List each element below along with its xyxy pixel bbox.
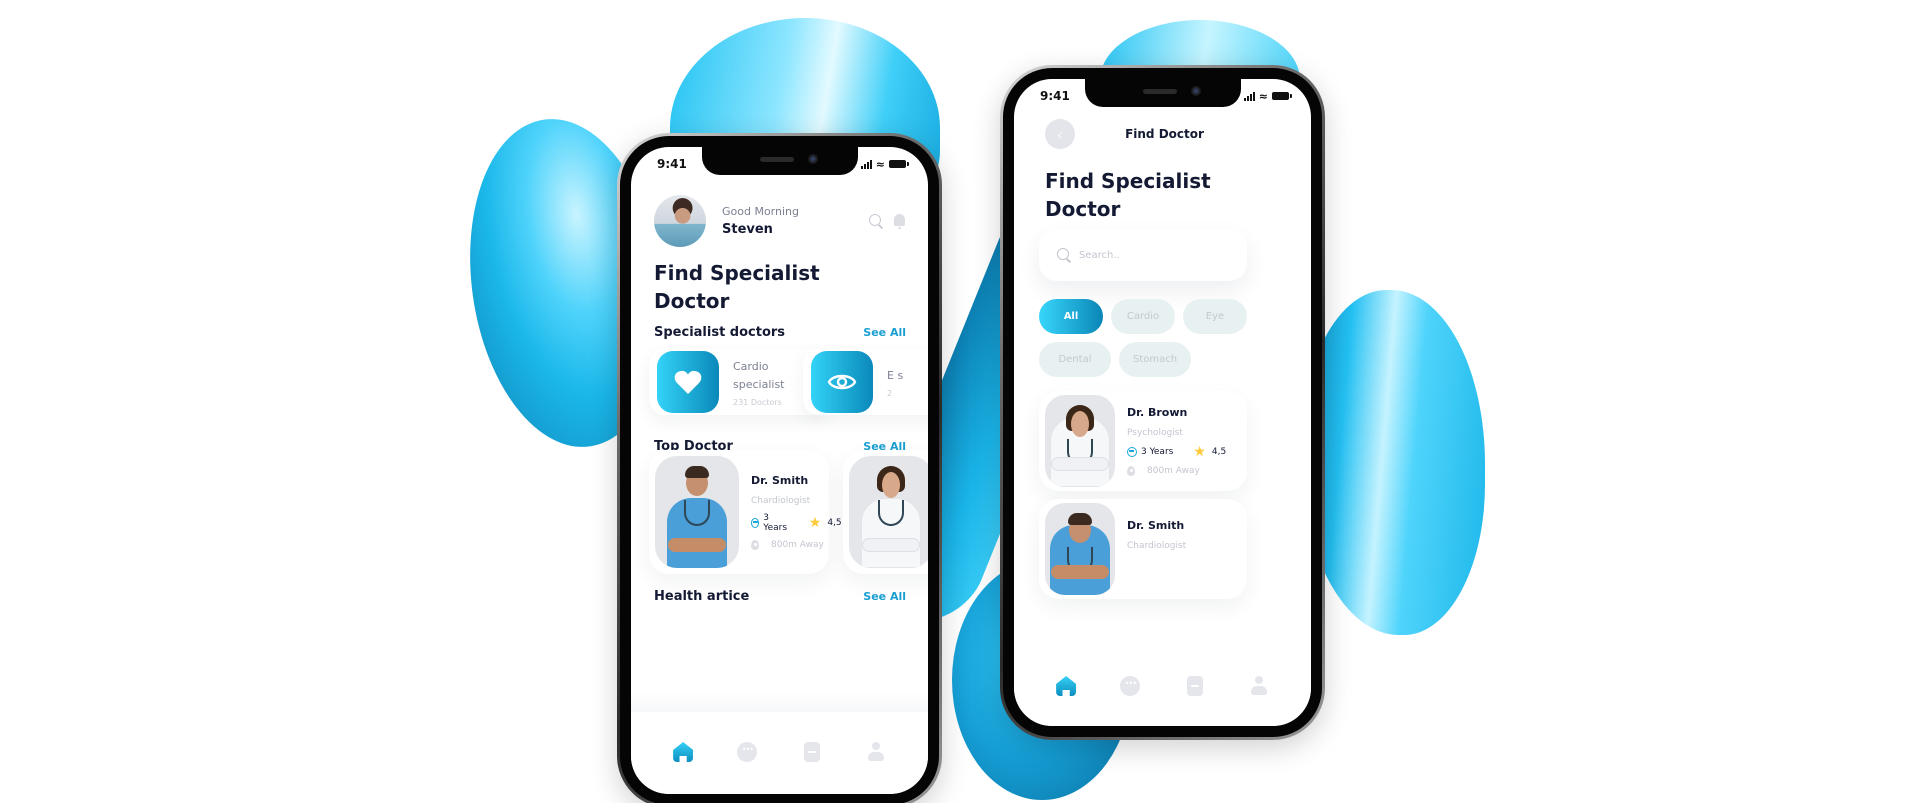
phone-home-screen: 9:41 ≈ Good Morning Steven Find Speciali… [617,133,942,803]
wifi-icon: ≈ [1258,89,1268,103]
status-time: 9:41 [1040,89,1070,103]
doctor-photo [655,456,739,568]
signal-icon [1243,91,1255,101]
battery-icon [1272,92,1292,100]
doctor-rating: 4,5 [827,518,842,528]
doctor-name: Dr. Brown [1127,406,1188,419]
doctor-card[interactable]: Dr. Smith Chardiologist [1039,499,1247,599]
home-header: Good Morning Steven [654,194,906,248]
doctor-distance: 800m Away [771,540,824,550]
specialist-count: 231 Doctors [733,397,782,407]
category-chip-stomach[interactable]: Stomach [1119,342,1191,377]
doctor-experience: 3 Years [1141,447,1174,457]
specialist-count: 2 [887,388,893,398]
phone-find-doctor-screen: 9:41 ≈ ‹ Find Doctor Find Specialist Doc… [1000,65,1325,740]
health-article-section-header: Health artice See All [654,589,906,604]
category-chip-all[interactable]: All [1039,299,1103,334]
see-all-articles-link[interactable]: See All [863,590,906,603]
category-filters: All Cardio Eye Dental Stomach [1039,299,1251,377]
doctor-name: Dr. Smith [1127,519,1185,532]
bottom-nav [1014,652,1311,726]
doctor-specialty: Psychologist [1127,428,1183,438]
doctor-photo [1045,503,1115,595]
specialist-card[interactable]: E s 2 [803,349,928,415]
doctor-specialty: Chardiologist [751,496,811,506]
heart-icon [674,370,702,394]
category-chip-eye[interactable]: Eye [1183,299,1247,334]
find-doctor-screen: 9:41 ≈ ‹ Find Doctor Find Specialist Doc… [1014,79,1311,726]
avatar[interactable] [654,195,706,247]
bell-icon[interactable] [893,213,906,229]
profile-icon [1250,676,1267,696]
location-pin-icon [1127,466,1135,476]
signal-icon [860,159,872,169]
eye-icon [827,374,857,390]
specialist-tile [657,351,719,413]
user-name: Steven [722,222,773,237]
nav-home[interactable] [1054,674,1078,698]
doctor-photo [1045,395,1115,487]
status-time: 9:41 [657,157,687,171]
doctor-name: Dr. Smith [751,474,809,487]
doctor-rating: 4,5 [1211,447,1227,457]
doctor-card[interactable]: Dr. Brown Psychologist 3 Years ★ 4,5 800… [1039,391,1247,491]
briefcase-icon [751,518,760,528]
doctor-photo [849,456,928,568]
status-bar: 9:41 ≈ [631,147,928,177]
bottom-nav [631,712,928,794]
status-bar: 9:41 ≈ [1014,79,1311,109]
doctor-card[interactable] [843,450,928,574]
decorative-blob [1300,290,1485,635]
search-icon[interactable] [869,214,883,228]
battery-icon [889,160,909,168]
profile-icon [867,742,884,762]
star-icon: ★ [1193,444,1206,460]
nav-home[interactable] [671,740,695,764]
nav-profile[interactable] [1247,674,1271,698]
section-title: Specialist doctors [654,325,786,340]
doctor-distance: 800m Away [1147,466,1200,476]
nav-chat[interactable] [1118,674,1142,698]
home-icon [1056,676,1077,696]
category-chip-dental[interactable]: Dental [1039,342,1111,377]
home-icon [673,742,694,762]
section-title: Health artice [654,589,750,604]
calendar-icon [803,742,820,762]
chat-icon [737,742,758,762]
page-title: Find Specialist Doctor [654,261,820,313]
category-chip-cardio[interactable]: Cardio [1111,299,1175,334]
search-box[interactable] [1039,229,1247,281]
doctor-experience: 3 Years [763,513,788,533]
specialist-tile [811,351,873,413]
location-pin-icon [751,540,759,550]
specialist-name: E s [887,368,904,382]
chat-icon [1120,676,1141,696]
briefcase-icon [1127,447,1137,457]
nav-calendar[interactable] [1183,674,1207,698]
greeting-text: Good Morning [722,205,799,218]
wifi-icon: ≈ [875,157,885,171]
search-icon [1057,248,1071,262]
page-title: Find Specialist Doctor [1045,169,1211,221]
nav-chat[interactable] [735,740,759,764]
specialist-card[interactable]: Cardio specialist 231 Doctors [649,349,829,415]
doctor-specialty: Chardiologist [1127,541,1187,551]
doctor-card[interactable]: Dr. Smith Chardiologist 3 Years ★ 4,5 80… [649,450,842,574]
specialists-section-header: Specialist doctors See All [654,325,906,340]
star-icon: ★ [808,515,822,531]
specialist-name: Cardio specialist [733,359,785,391]
header-title: Find Doctor [1125,127,1204,141]
search-input[interactable] [1079,249,1229,261]
nav-calendar[interactable] [800,740,824,764]
calendar-icon [1186,676,1203,696]
nav-profile[interactable] [864,740,888,764]
home-screen: 9:41 ≈ Good Morning Steven Find Speciali… [631,147,928,794]
see-all-specialists-link[interactable]: See All [863,326,906,339]
